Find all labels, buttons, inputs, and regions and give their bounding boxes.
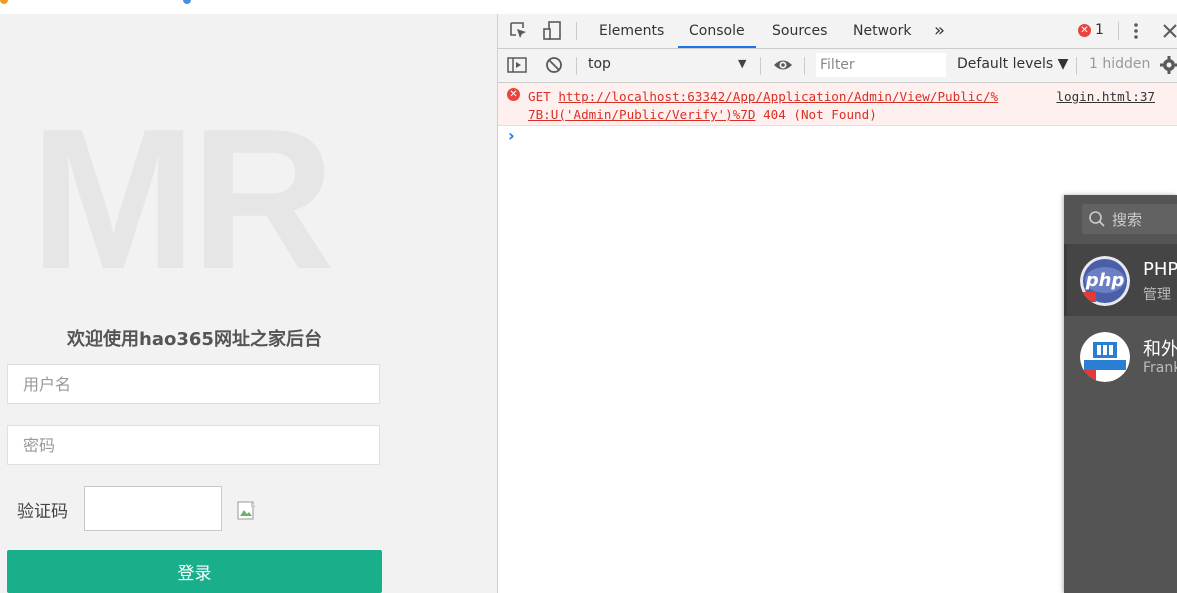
devtools-tab-bar: Elements Console Sources Network » ✕ 1 — [498, 14, 1177, 49]
app-switcher-panel: 搜索 php PHP 管理 和外 Fran — [1064, 195, 1177, 593]
context-selector[interactable]: top — [588, 56, 611, 72]
svg-text:php: php — [1085, 270, 1125, 291]
error-icon: ✕ — [1078, 24, 1091, 37]
login-page: MR 欢迎使用hao365网址之家后台 验证码 登录 — [0, 14, 497, 593]
broken-image-icon[interactable] — [237, 501, 257, 521]
error-icon: ✕ — [507, 88, 520, 101]
chevron-down-icon[interactable]: ▼ — [738, 57, 746, 70]
login-button[interactable]: 登录 — [7, 550, 382, 593]
password-input[interactable] — [7, 425, 380, 465]
mingri-app-avatar — [1080, 332, 1130, 382]
error-count-badge[interactable]: ✕ 1 — [1078, 22, 1104, 38]
page-title: 欢迎使用hao365网址之家后台 — [67, 329, 322, 350]
item-subtitle: Frank — [1143, 360, 1177, 376]
browser-tab-strip — [0, 0, 498, 14]
console-prompt[interactable]: › — [508, 126, 515, 145]
more-tabs-button[interactable]: » — [934, 14, 945, 48]
tab-favicon — [0, 0, 8, 4]
sidebar-toggle-icon[interactable] — [507, 55, 527, 75]
live-expression-eye-icon[interactable] — [773, 55, 793, 75]
error-count: 1 — [1095, 22, 1104, 38]
switcher-item-mingri[interactable]: 和外 Frank — [1064, 320, 1177, 392]
item-title: 和外 — [1143, 339, 1177, 360]
switcher-search-input[interactable]: 搜索 — [1082, 204, 1177, 234]
toolbar-divider — [760, 57, 761, 75]
kebab-menu-icon[interactable] — [1126, 21, 1146, 41]
php-app-avatar: php — [1080, 256, 1130, 306]
toolbar-divider — [576, 57, 577, 75]
inspect-element-icon[interactable] — [509, 21, 529, 41]
tab-network[interactable]: Network — [853, 14, 911, 48]
switcher-item-php[interactable]: php PHP 管理 — [1064, 244, 1177, 316]
request-url-part2[interactable]: 7B:U('Admin/Public/Verify')%7D — [528, 107, 755, 122]
console-error-message: ✕ GET http://localhost:63342/App/Applica… — [498, 83, 1177, 126]
gear-icon[interactable] — [1159, 55, 1177, 75]
close-icon[interactable] — [1160, 21, 1177, 41]
mr-logo: MR — [30, 88, 335, 311]
active-tab-indicator — [678, 46, 756, 48]
filter-input[interactable] — [816, 53, 946, 77]
toolbar-divider — [1118, 22, 1119, 40]
username-input[interactable] — [7, 364, 380, 404]
console-toolbar: top ▼ Default levels ▼ 1 hidden — [498, 49, 1177, 83]
response-status: 404 (Not Found) — [763, 107, 877, 122]
captcha-input[interactable] — [84, 486, 222, 531]
tab-sources[interactable]: Sources — [772, 14, 827, 48]
php-logo-icon: php — [1080, 256, 1130, 306]
mingri-logo-icon — [1080, 332, 1130, 382]
clear-console-icon[interactable] — [544, 55, 564, 75]
tab-elements[interactable]: Elements — [599, 14, 664, 48]
toolbar-divider — [804, 57, 805, 75]
item-subtitle: 管理 — [1143, 287, 1171, 303]
source-link[interactable]: login.html:37 — [1050, 88, 1155, 106]
captcha-label: 验证码 — [17, 502, 68, 522]
toolbar-divider — [1076, 57, 1077, 75]
hidden-messages-count: 1 hidden — [1089, 56, 1151, 72]
tab-favicon — [183, 0, 191, 4]
tab-console[interactable]: Console — [689, 14, 745, 48]
request-url-part1[interactable]: http://localhost:63342/App/Application/A… — [558, 89, 998, 104]
search-icon — [1089, 211, 1105, 227]
item-title: PHP — [1143, 259, 1177, 280]
log-levels-dropdown[interactable]: Default levels ▼ — [957, 56, 1068, 72]
request-method: GET — [528, 89, 551, 104]
search-placeholder: 搜索 — [1112, 211, 1143, 229]
device-toolbar-icon[interactable] — [542, 21, 562, 41]
toolbar-divider — [576, 22, 577, 40]
